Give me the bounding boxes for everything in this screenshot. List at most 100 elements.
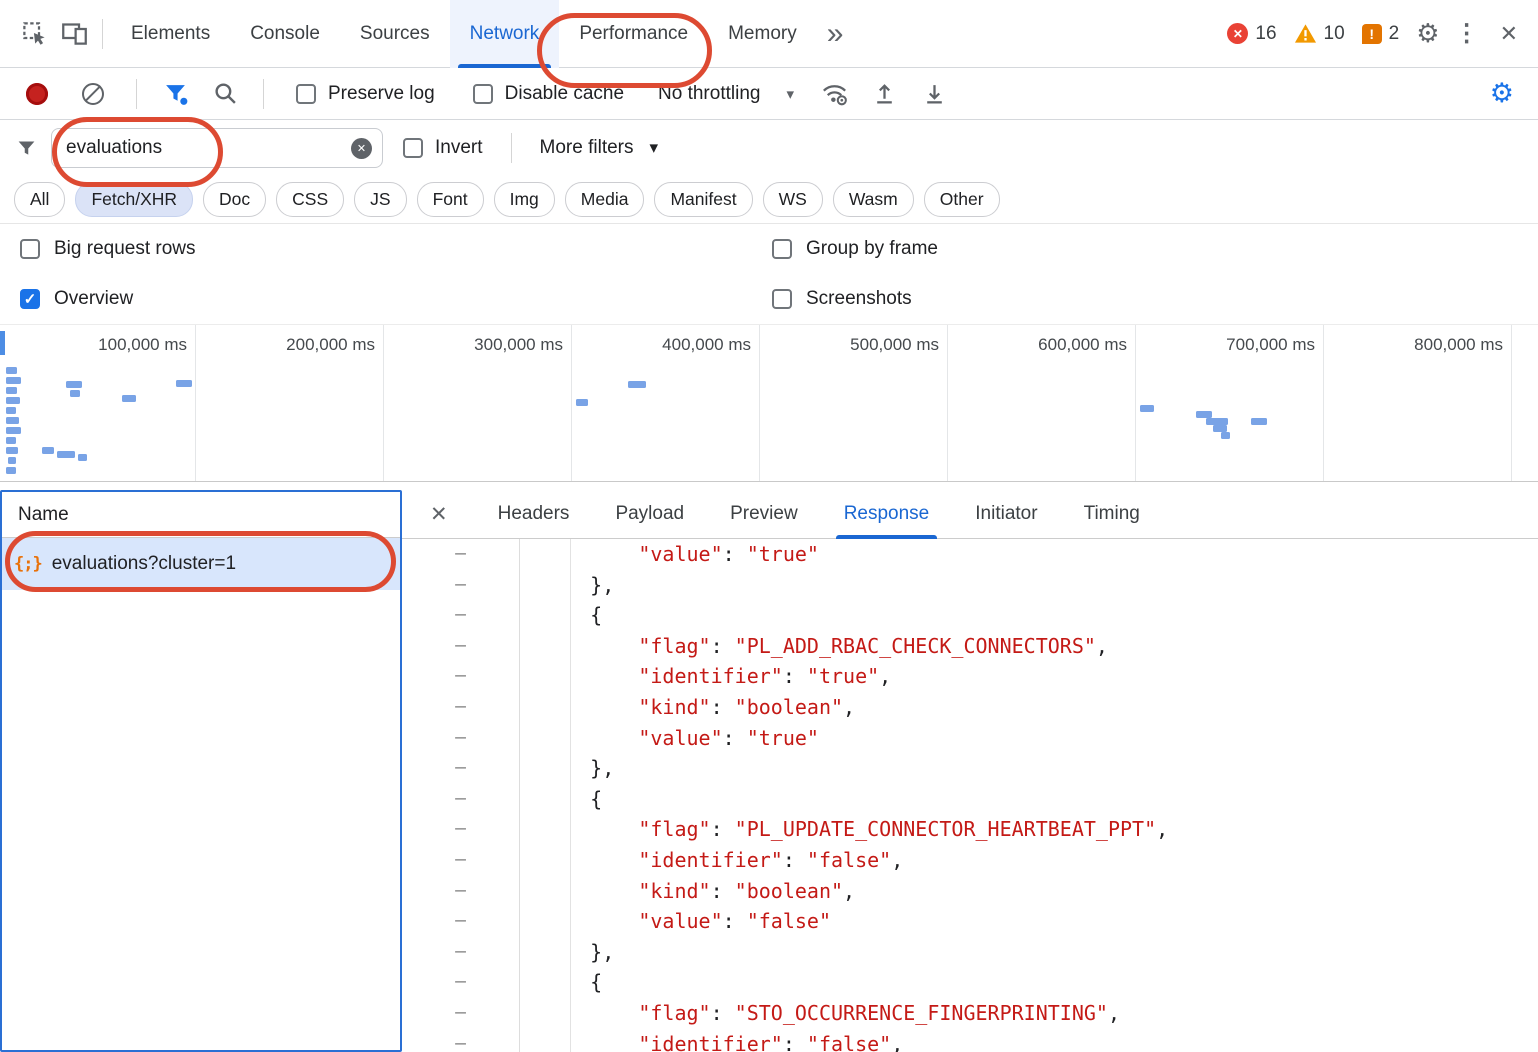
response-viewer[interactable]: ––––––––––––––––– "value": "true" }, { "… [402, 539, 1538, 1052]
timeline-tick: 600,000 ms [948, 325, 1136, 481]
response-json-line: }, [542, 937, 1538, 968]
group-by-frame-label: Group by frame [806, 238, 938, 260]
tab-performance[interactable]: Performance [559, 0, 708, 68]
preserve-log-checkbox[interactable] [296, 84, 316, 104]
network-filter-row: evaluations ✕ Invert More filters ▾ [0, 120, 1538, 176]
overview-left-handle[interactable] [0, 331, 5, 355]
toolbar-separator [136, 79, 137, 109]
tab-network[interactable]: Network [450, 0, 560, 68]
big-request-rows-checkbox[interactable] [20, 239, 40, 259]
request-timeline-bar [70, 390, 80, 397]
tab-elements[interactable]: Elements [111, 0, 230, 68]
chip-css[interactable]: CSS [276, 182, 344, 217]
request-details-panel: ✕ Headers Payload Preview Response Initiator… [402, 490, 1538, 1052]
request-row-selected[interactable]: {;} evaluations?cluster=1 [2, 538, 400, 590]
status-badges: ✕ 16 10 ! 2 ⚙ ⋮ ✕ [1227, 19, 1538, 49]
tab-console[interactable]: Console [230, 0, 340, 68]
network-conditions-button[interactable] [814, 74, 854, 114]
gutter-fold-mark: – [402, 784, 519, 815]
gutter-fold-mark: – [402, 539, 519, 570]
response-json-line: "value": "false" [542, 906, 1538, 937]
inspect-element-button[interactable] [14, 14, 54, 54]
device-toolbar-button[interactable] [54, 14, 94, 54]
filter-text-input[interactable]: evaluations ✕ [51, 128, 383, 168]
disable-cache-toggle[interactable]: Disable cache [473, 83, 624, 105]
settings-gear-button[interactable]: ⚙ [1416, 19, 1439, 49]
filter-funnel-icon [163, 81, 188, 106]
detail-tab-payload[interactable]: Payload [615, 490, 684, 539]
overview-checkbox[interactable]: ✓ [20, 289, 40, 309]
request-timeline-bar [6, 377, 21, 384]
request-timeline-bar [576, 399, 588, 406]
big-request-rows-label: Big request rows [54, 238, 196, 260]
error-icon: ✕ [1227, 23, 1248, 44]
chip-doc[interactable]: Doc [203, 182, 266, 217]
invert-filter-toggle[interactable]: Invert [403, 137, 483, 159]
request-timeline-bar [8, 457, 16, 464]
response-json-line: "identifier": "false", [542, 845, 1538, 876]
clear-network-log-button[interactable] [82, 83, 104, 105]
group-by-frame-toggle[interactable]: Group by frame [772, 238, 938, 260]
chip-manifest[interactable]: Manifest [654, 182, 752, 217]
warning-badge[interactable]: 10 [1294, 23, 1345, 45]
overview-toggle[interactable]: ✓ Overview [0, 288, 772, 310]
timeline-tick: 300,000 ms [384, 325, 572, 481]
timeline-tick: 500,000 ms [760, 325, 948, 481]
small-funnel-icon [16, 138, 37, 159]
import-har-button[interactable] [864, 74, 904, 114]
timeline-tick-columns: 100,000 ms200,000 ms300,000 ms400,000 ms… [8, 325, 1512, 481]
more-filters-button[interactable]: More filters ▾ [540, 137, 659, 159]
chip-media[interactable]: Media [565, 182, 645, 217]
close-details-button[interactable]: ✕ [430, 502, 448, 527]
gutter-fold-mark: – [402, 570, 519, 601]
response-json-line: "flag": "PL_ADD_RBAC_CHECK_CONNECTORS", [542, 631, 1538, 662]
detail-tab-preview[interactable]: Preview [730, 490, 798, 539]
request-timeline-bar [6, 367, 17, 374]
request-timeline-bar [122, 395, 136, 402]
panel-tabs: ElementsConsoleSourcesNetworkPerformance… [111, 0, 817, 68]
network-overview-timeline[interactable]: 100,000 ms200,000 ms300,000 ms400,000 ms… [0, 324, 1538, 482]
big-request-rows-toggle[interactable]: Big request rows [0, 238, 772, 260]
disable-cache-checkbox[interactable] [473, 84, 493, 104]
chip-font[interactable]: Font [417, 182, 484, 217]
screenshots-toggle[interactable]: Screenshots [772, 288, 912, 310]
chip-ws[interactable]: WS [763, 182, 823, 217]
detail-tab-initiator[interactable]: Initiator [975, 490, 1037, 539]
tab-sources[interactable]: Sources [340, 0, 450, 68]
detail-tab-response[interactable]: Response [844, 490, 930, 539]
group-by-frame-checkbox[interactable] [772, 239, 792, 259]
close-devtools-button[interactable]: ✕ [1494, 21, 1524, 47]
network-settings-gear-button[interactable]: ⚙ [1490, 78, 1514, 109]
chip-img[interactable]: Img [494, 182, 555, 217]
more-filters-label: More filters [540, 137, 634, 159]
issues-badge[interactable]: ! 2 [1362, 23, 1400, 45]
request-timeline-bar [1213, 425, 1227, 432]
error-badge[interactable]: ✕ 16 [1227, 23, 1276, 45]
options-row-1: Big request rows Group by frame [0, 224, 1538, 274]
export-har-button[interactable] [914, 74, 954, 114]
throttling-select[interactable]: No throttling ▾ [658, 83, 794, 105]
chip-fetch-xhr[interactable]: Fetch/XHR [75, 182, 193, 217]
filter-toggle-button[interactable] [155, 74, 195, 114]
screenshots-checkbox[interactable] [772, 289, 792, 309]
invert-checkbox[interactable] [403, 138, 423, 158]
tab-memory[interactable]: Memory [708, 0, 817, 68]
name-column-header[interactable]: Name [2, 492, 400, 538]
customize-menu-button[interactable]: ⋮ [1449, 19, 1485, 48]
chip-all[interactable]: All [14, 182, 65, 217]
chip-js[interactable]: JS [354, 182, 406, 217]
clear-filter-icon[interactable]: ✕ [351, 138, 372, 159]
search-button[interactable] [205, 74, 245, 114]
chip-other[interactable]: Other [924, 182, 1000, 217]
detail-tab-headers[interactable]: Headers [498, 490, 570, 539]
more-panels-button[interactable]: » [817, 17, 854, 51]
preserve-log-toggle[interactable]: Preserve log [296, 83, 435, 105]
detail-tab-timing[interactable]: Timing [1084, 490, 1140, 539]
gutter-fold-mark: – [402, 906, 519, 937]
gutter-fold-mark: – [402, 814, 519, 845]
request-timeline-bar [6, 397, 20, 404]
timeline-tick: 700,000 ms [1136, 325, 1324, 481]
request-timeline-bar [1206, 418, 1228, 425]
record-network-log-button[interactable] [26, 83, 48, 105]
chip-wasm[interactable]: Wasm [833, 182, 914, 217]
